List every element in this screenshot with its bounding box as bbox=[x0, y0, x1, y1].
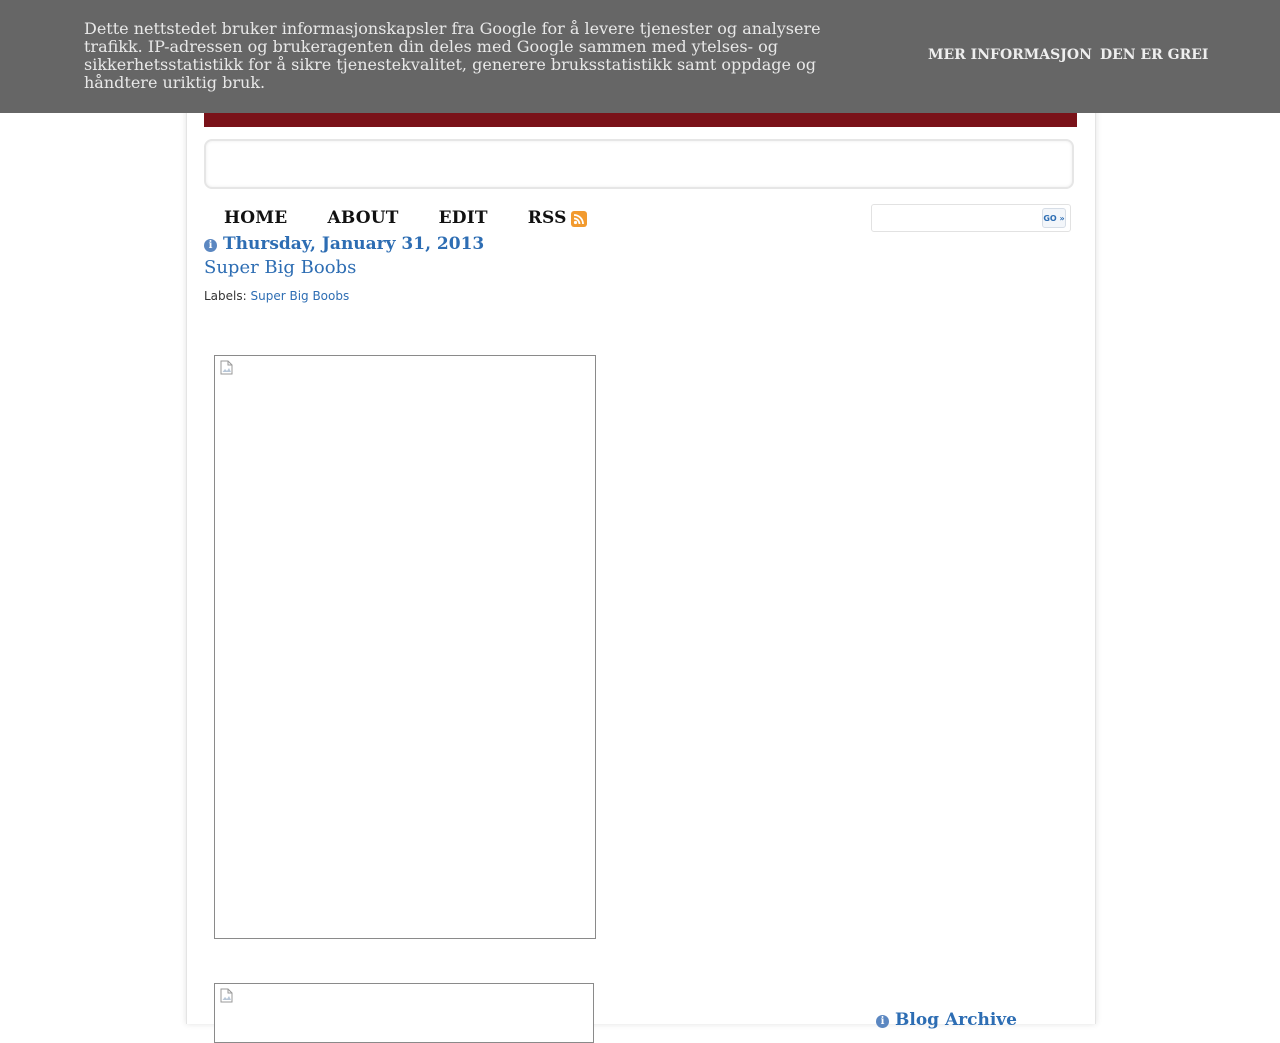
label-link[interactable]: Super Big Boobs bbox=[250, 289, 349, 303]
accept-cookies-button[interactable]: DEN ER GREI bbox=[1100, 47, 1208, 63]
info-icon: i bbox=[204, 239, 217, 252]
sidebar-archive-heading: i Blog Archive bbox=[876, 1010, 1017, 1030]
broken-image-icon bbox=[220, 360, 233, 375]
nav-home[interactable]: HOME bbox=[224, 208, 287, 228]
nav-edit[interactable]: EDIT bbox=[439, 208, 488, 228]
nav-rss[interactable]: RSS bbox=[528, 208, 587, 228]
search-input[interactable] bbox=[875, 208, 1039, 230]
rss-icon bbox=[570, 210, 587, 227]
main-nav: HOME ABOUT EDIT RSS bbox=[224, 208, 587, 228]
post-date-header: i Thursday, January 31, 2013 bbox=[204, 234, 484, 254]
post-labels: Labels: Super Big Boobs bbox=[204, 289, 349, 303]
post-title-link[interactable]: Super Big Boobs bbox=[204, 257, 356, 278]
search-box: GO » bbox=[871, 204, 1071, 232]
archive-title: Blog Archive bbox=[895, 1010, 1017, 1030]
search-go-button[interactable]: GO » bbox=[1042, 208, 1066, 228]
cookie-banner: Dette nettstedet bruker informasjonskaps… bbox=[0, 0, 1280, 113]
post-image[interactable] bbox=[214, 355, 596, 939]
more-info-button[interactable]: MER INFORMASJON bbox=[928, 47, 1092, 63]
labels-prefix: Labels: bbox=[204, 289, 251, 303]
post-date: Thursday, January 31, 2013 bbox=[223, 234, 485, 254]
cookie-notice-text: Dette nettstedet bruker informasjonskaps… bbox=[84, 19, 821, 92]
post-image[interactable] bbox=[214, 983, 594, 1043]
broken-image-icon bbox=[220, 988, 233, 1003]
nav-rss-label: RSS bbox=[527, 208, 567, 228]
header-banner-box bbox=[204, 139, 1074, 189]
info-icon: i bbox=[876, 1015, 889, 1028]
nav-about[interactable]: ABOUT bbox=[327, 208, 398, 228]
